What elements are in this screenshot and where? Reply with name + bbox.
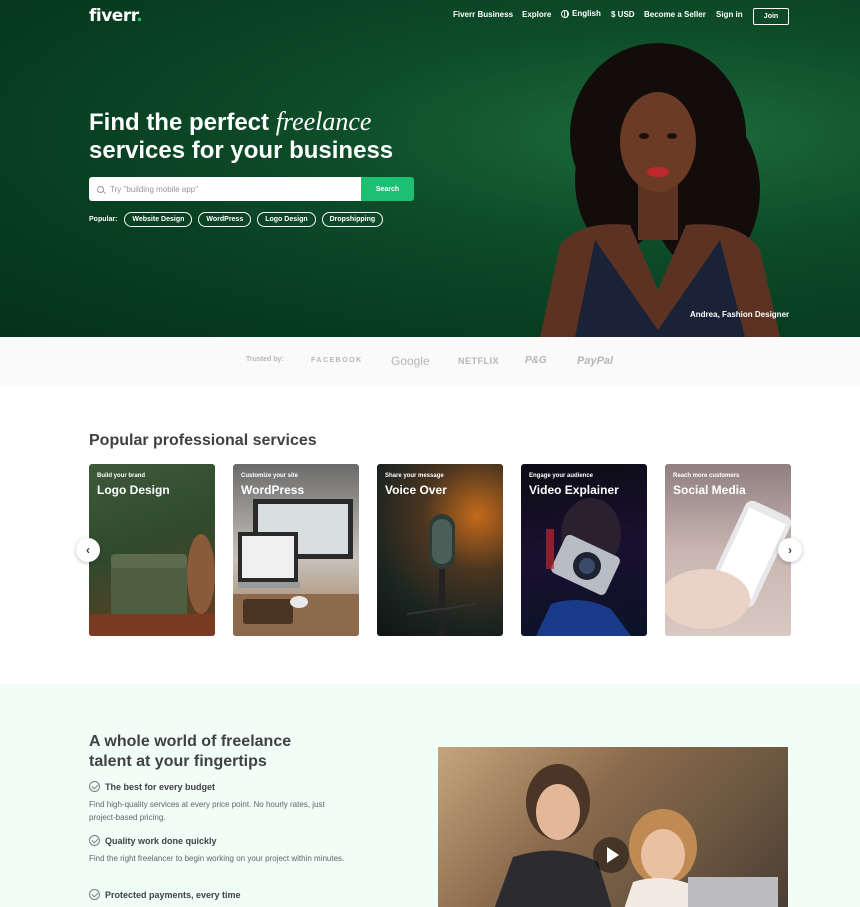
card-subtitle: Share your message [385, 473, 444, 479]
hero-model-image [540, 43, 780, 337]
card-title: Social Media [673, 483, 746, 497]
card-title: Video Explainer [529, 483, 619, 497]
hero-caption: Andrea, Fashion Designer [690, 310, 790, 319]
service-card-social-media[interactable]: Reach more customers Social Media [665, 464, 791, 636]
popular-label: Popular: [89, 216, 118, 223]
check-circle-icon [89, 889, 100, 900]
join-button[interactable]: Join [753, 8, 789, 25]
card-subtitle: Build your brand [97, 473, 145, 479]
search-icon [97, 185, 104, 193]
feature-heading: Quality work done quickly [105, 835, 217, 846]
search-button[interactable]: Search [361, 177, 414, 201]
feature-item: The best for every budget Find high-qual… [89, 781, 349, 824]
nav-become-seller[interactable]: Become a Seller [644, 10, 706, 19]
promo-video-thumbnail [494, 764, 778, 907]
popular-tag-dropshipping[interactable]: Dropshipping [321, 212, 384, 227]
hero-search: Try "building mobile app" Search [89, 177, 414, 201]
top-navigation: fiverr. Fiverr Business Explore English … [0, 0, 860, 34]
hero-title-line2: services for your business [89, 137, 394, 164]
service-card-wordpress[interactable]: Customize your site WordPress [233, 464, 359, 636]
search-placeholder: Try "building mobile app" [110, 184, 199, 194]
card-subtitle: Reach more customers [673, 473, 740, 479]
check-circle-icon [89, 835, 100, 846]
brand-paypal: PayPal [577, 355, 614, 367]
trusted-by-bar: Trusted by: FACEBOOK Google NETFLIX P&G … [0, 337, 860, 385]
popular-tags: Popular: Website Design WordPress Logo D… [89, 212, 384, 227]
hero-title: Find the perfect freelance services for … [89, 108, 393, 165]
hero-title-pre: Find the perfect [89, 109, 276, 136]
service-card-logo-design[interactable]: Build your brand Logo Design [89, 464, 215, 636]
nav-sign-in[interactable]: Sign in [716, 10, 743, 19]
carousel-next-button[interactable]: › [778, 538, 802, 562]
brand-google: Google [391, 354, 430, 368]
chevron-left-icon: ‹ [86, 543, 90, 557]
brand-pg: P&G [525, 355, 547, 366]
check-circle-icon [89, 781, 100, 792]
hero-section: fiverr. Fiverr Business Explore English … [0, 0, 860, 337]
brand-facebook: FACEBOOK [311, 357, 363, 364]
card-subtitle: Engage your audience [529, 473, 594, 479]
card-title: WordPress [241, 483, 305, 497]
popular-services-title: Popular professional services [89, 432, 317, 449]
feature-item: Protected payments, every time [89, 889, 241, 900]
globe-icon [561, 9, 569, 18]
popular-tag-logo-design[interactable]: Logo Design [257, 212, 316, 227]
popular-tag-wordpress[interactable]: WordPress [198, 212, 252, 227]
nav-fiverr-business[interactable]: Fiverr Business [453, 10, 513, 19]
nav-currency[interactable]: $ USD [611, 10, 635, 19]
card-title: Voice Over [385, 483, 447, 497]
search-input[interactable]: Try "building mobile app" [89, 177, 361, 201]
play-icon[interactable] [593, 837, 629, 873]
nav-language-label: English [572, 9, 601, 18]
popular-tag-website-design[interactable]: Website Design [124, 212, 193, 227]
fiverr-logo[interactable]: fiverr. [89, 6, 143, 26]
hero-title-italic: freelance [275, 107, 372, 136]
service-card-voice-over[interactable]: Share your message Voice Over [377, 464, 503, 636]
feature-text: Find the right freelancer to begin worki… [89, 854, 345, 863]
nav-language[interactable]: English [561, 9, 601, 18]
selling-proposition-section: A whole world of freelance talent at you… [0, 684, 860, 907]
chevron-right-icon: › [788, 543, 792, 557]
feature-text: Find high-quality services at every pric… [89, 800, 325, 822]
trusted-label: Trusted by: [246, 356, 284, 363]
logo-text: fiverr [89, 6, 137, 26]
card-title: Logo Design [97, 483, 170, 497]
feature-item: Quality work done quickly Find the right… [89, 835, 349, 865]
card-subtitle: Customize your site [241, 473, 299, 479]
feature-heading: The best for every budget [105, 781, 216, 792]
promo-video[interactable] [438, 747, 788, 907]
nav-explore[interactable]: Explore [522, 10, 551, 19]
selling-proposition-title: A whole world of freelance talent at you… [89, 733, 292, 770]
feature-heading: Protected payments, every time [105, 889, 241, 900]
carousel-prev-button[interactable]: ‹ [76, 538, 100, 562]
logo-dot: . [136, 6, 143, 26]
brand-netflix: NETFLIX [458, 356, 499, 366]
service-card-video-explainer[interactable]: Engage your audience Video Explainer [521, 464, 647, 636]
